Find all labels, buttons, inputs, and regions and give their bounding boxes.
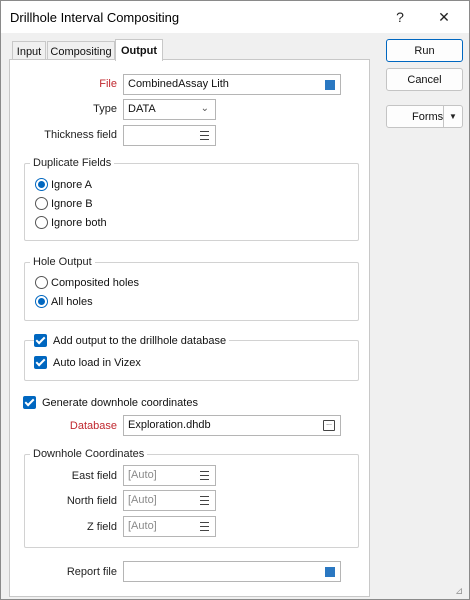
auto-load-label: Auto load in Vizex: [53, 356, 141, 369]
radio-ignore-both[interactable]: Ignore both: [35, 216, 107, 229]
type-value: DATA: [128, 103, 156, 115]
radio-ignore-b-label: Ignore B: [51, 197, 93, 210]
add-output-check-indicator[interactable]: [34, 334, 47, 347]
radio-composited-holes[interactable]: Composited holes: [35, 276, 139, 289]
help-button[interactable]: ?: [377, 1, 423, 33]
radio-ignore-a-indicator[interactable]: [35, 178, 48, 191]
file-value: CombinedAssay Lith: [128, 78, 229, 90]
thickness-input[interactable]: [123, 125, 216, 146]
type-label: Type: [93, 103, 117, 115]
radio-ignore-a[interactable]: Ignore A: [35, 178, 92, 191]
radio-composited-holes-label: Composited holes: [51, 276, 140, 289]
type-select[interactable]: DATA ⌄: [123, 99, 216, 120]
radio-all-holes-indicator[interactable]: [35, 295, 48, 308]
list-icon[interactable]: [200, 471, 209, 480]
radio-ignore-b-indicator[interactable]: [35, 197, 48, 210]
z-field-input[interactable]: [Auto]: [123, 516, 216, 537]
dropdown-chevron-icon: ⌄: [200, 103, 209, 114]
generate-coords-label: Generate downhole coordinates: [42, 396, 198, 409]
east-field-input[interactable]: [Auto]: [123, 465, 216, 486]
close-button[interactable]: ✕: [421, 1, 467, 33]
run-button-label: Run: [414, 44, 435, 57]
z-field-value: [Auto]: [128, 520, 157, 532]
file-browse-icon[interactable]: [325, 80, 335, 90]
auto-load-check-indicator[interactable]: [34, 356, 47, 369]
tab-input[interactable]: Input: [12, 41, 46, 61]
radio-all-holes-label: All holes: [51, 295, 93, 308]
cancel-button-label: Cancel: [407, 73, 442, 86]
forms-button-label: Forms: [412, 110, 444, 123]
add-output-label: Add output to the drillhole database: [53, 334, 227, 347]
north-field-value: [Auto]: [128, 494, 157, 506]
east-field-label: East field: [71, 470, 117, 482]
database-value: Exploration.dhdb: [128, 419, 211, 431]
tab-compositing-label: Compositing: [50, 45, 112, 58]
z-field-label: Z field: [87, 521, 117, 533]
radio-composited-holes-indicator[interactable]: [35, 276, 48, 289]
split-arrow-icon[interactable]: ▼: [443, 106, 462, 127]
radio-all-holes[interactable]: All holes: [35, 295, 93, 308]
downhole-coords-title: Downhole Coordinates: [30, 448, 148, 460]
file-input[interactable]: CombinedAssay Lith: [123, 74, 341, 95]
north-field-input[interactable]: [Auto]: [123, 490, 216, 511]
file-label: File: [99, 78, 117, 90]
generate-coords-check-indicator[interactable]: [23, 396, 36, 409]
help-icon: ?: [396, 9, 404, 25]
run-button[interactable]: Run: [386, 39, 463, 62]
list-icon[interactable]: [200, 496, 209, 505]
file-browse-icon[interactable]: [325, 567, 335, 577]
tab-output[interactable]: Output: [115, 39, 163, 61]
title-bar: Drillhole Interval Compositing ? ✕: [1, 1, 469, 33]
resize-grip-icon[interactable]: ⊿: [455, 586, 467, 598]
auto-load-checkbox[interactable]: Auto load in Vizex: [34, 356, 141, 369]
thickness-label: Thickness field: [44, 129, 117, 141]
radio-ignore-b[interactable]: Ignore B: [35, 197, 93, 210]
dialog-window: Drillhole Interval Compositing ? ✕ Input…: [0, 0, 470, 600]
radio-ignore-both-indicator[interactable]: [35, 216, 48, 229]
generate-coords-checkbox[interactable]: Generate downhole coordinates: [23, 396, 198, 409]
radio-ignore-both-label: Ignore both: [51, 216, 107, 229]
north-field-label: North field: [66, 495, 117, 507]
tab-input-label: Input: [16, 45, 42, 58]
forms-button[interactable]: Forms ▼: [386, 105, 463, 128]
tab-compositing[interactable]: Compositing: [47, 41, 115, 61]
report-file-input[interactable]: [123, 561, 341, 582]
add-output-checkbox[interactable]: Add output to the drillhole database: [34, 334, 230, 347]
database-label: Database: [69, 420, 117, 432]
east-field-value: [Auto]: [128, 469, 157, 481]
browse-ellipsis-icon[interactable]: ...: [323, 420, 335, 431]
hole-output-group: [24, 262, 359, 321]
database-input[interactable]: Exploration.dhdb ...: [123, 415, 341, 436]
close-icon: ✕: [438, 8, 450, 25]
radio-ignore-a-label: Ignore A: [51, 178, 92, 191]
output-panel: File CombinedAssay Lith Type DATA ⌄ Thic…: [9, 59, 370, 597]
hole-output-title: Hole Output: [30, 256, 95, 268]
duplicate-fields-title: Duplicate Fields: [30, 157, 115, 169]
cancel-button[interactable]: Cancel: [386, 68, 463, 91]
list-icon[interactable]: [200, 522, 209, 531]
list-icon[interactable]: [200, 131, 209, 140]
report-file-label: Report file: [66, 566, 117, 578]
tab-output-label: Output: [120, 44, 158, 57]
window-title: Drillhole Interval Compositing: [10, 10, 180, 25]
